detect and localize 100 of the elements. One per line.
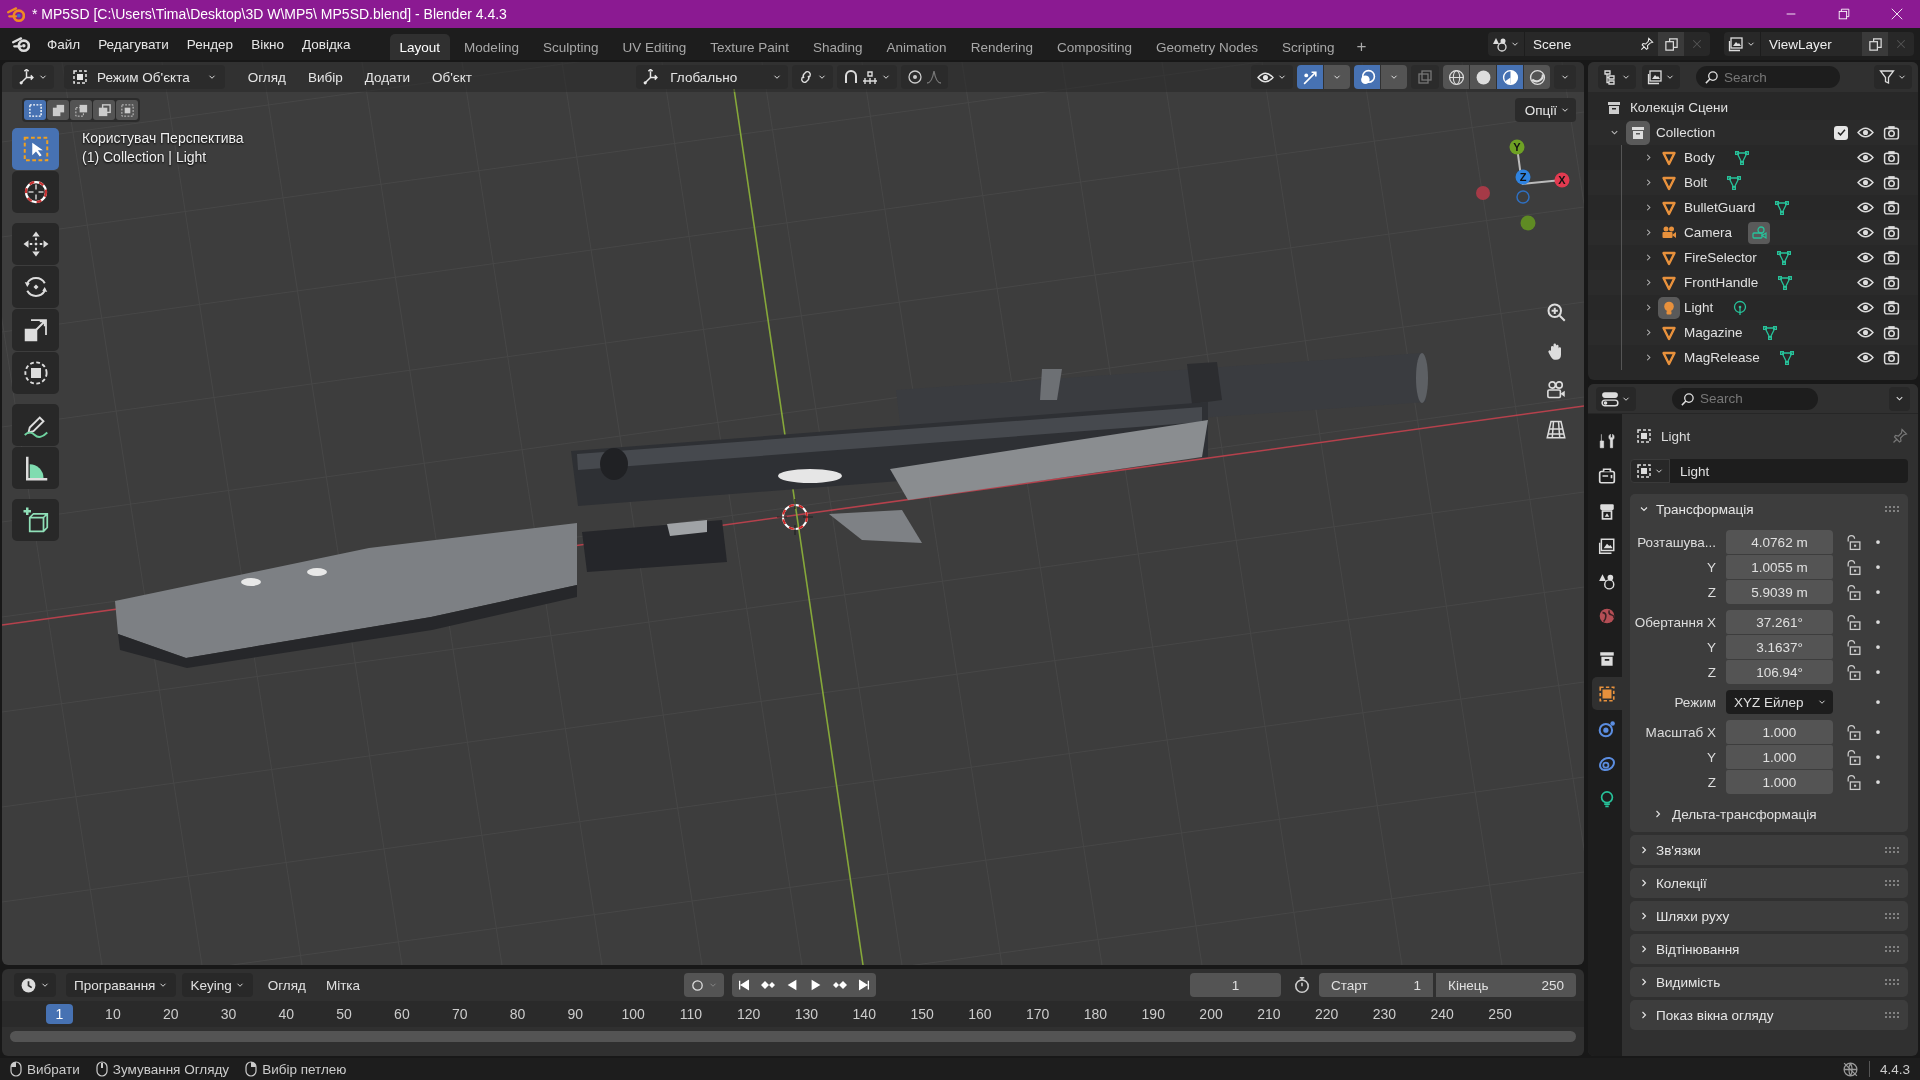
axis-label: Y xyxy=(1513,141,1521,153)
frame-number: 80 xyxy=(508,1006,527,1022)
panel-header[interactable]: Шляхи руху xyxy=(1630,901,1908,931)
menu-dropdown[interactable]: Програвання xyxy=(66,973,177,997)
workspace-tab[interactable]: Modeling xyxy=(454,34,529,60)
frame-number: 200 xyxy=(1198,1006,1224,1022)
outliner-item[interactable]: FrontHandle xyxy=(1684,275,1759,290)
menu-item[interactable]: Додати xyxy=(355,65,419,89)
frame-number: 70 xyxy=(450,1006,469,1022)
menu-item[interactable]: Редагувати xyxy=(89,32,178,56)
menu-dropdown[interactable]: Keying xyxy=(182,973,253,997)
menu-item[interactable]: Мітка xyxy=(316,973,370,997)
menu-item[interactable]: Рендер xyxy=(177,32,243,56)
search-field[interactable]: Search xyxy=(1672,387,1818,410)
field-label: Обертання X xyxy=(1633,614,1717,630)
frame-number: 230 xyxy=(1371,1006,1398,1022)
current-frame-field[interactable]: 1 xyxy=(1190,973,1281,997)
workspace-tab[interactable]: Geometry Nodes xyxy=(1146,34,1269,60)
options-dropdown[interactable]: Опції xyxy=(1514,98,1576,122)
outliner-item[interactable]: Bolt xyxy=(1684,175,1708,190)
number-field[interactable]: 1.000 xyxy=(1726,770,1833,794)
add-workspace-button[interactable]: + xyxy=(1348,34,1375,60)
frame-number: 20 xyxy=(161,1006,180,1022)
mode-dropdown[interactable]: Режим Об'єкта xyxy=(64,65,225,89)
frame-number: 60 xyxy=(393,1006,411,1022)
frame-number[interactable]: 1 xyxy=(46,1004,73,1024)
window-title: * MP5SD [C:\Users\Tima\Desktop\3D W\MP5\ MP5SD.blend] - Blender 4.4.3 xyxy=(32,6,507,22)
field-label: Z xyxy=(1706,774,1717,790)
outliner-item[interactable]: MagRelease xyxy=(1684,350,1760,365)
frame-number: 250 xyxy=(1487,1006,1513,1022)
workspace-tab[interactable]: Texture Paint xyxy=(700,34,800,60)
number-field[interactable]: 4.0762 m xyxy=(1726,530,1833,554)
frame-number: 10 xyxy=(104,1006,122,1022)
number-field[interactable]: 37.261° xyxy=(1726,610,1833,634)
panel-header[interactable]: Трансформація xyxy=(1630,494,1908,524)
frame-number: 100 xyxy=(620,1006,646,1022)
field-label: Y xyxy=(1706,639,1717,655)
number-field[interactable]: 1.0055 m xyxy=(1726,555,1833,579)
object-name: Light xyxy=(1661,428,1691,444)
frame-number: 160 xyxy=(967,1006,993,1022)
frame-number: 120 xyxy=(736,1006,762,1022)
field-label: Розташува... xyxy=(1636,534,1717,550)
view-name: Користувач Перспектива xyxy=(82,130,244,146)
number-field[interactable]: 106.94° xyxy=(1726,660,1833,684)
workspace-tab[interactable]: Sculpting xyxy=(532,34,609,60)
outliner-item[interactable]: Body xyxy=(1684,150,1715,165)
outliner-item[interactable]: Колекція Сцени xyxy=(1630,100,1728,115)
field-label: Z xyxy=(1706,584,1717,600)
number-field[interactable]: 1.000 xyxy=(1726,745,1833,769)
panel-header[interactable]: Колекції xyxy=(1630,868,1908,898)
menu-item[interactable]: Огляд xyxy=(238,65,295,89)
number-field[interactable]: 1.000 xyxy=(1726,720,1833,744)
outliner-item[interactable]: Camera xyxy=(1684,225,1732,240)
menu-item[interactable]: Файл xyxy=(38,32,90,56)
frame-number: 40 xyxy=(277,1006,296,1022)
status-hint: Вибір петлею xyxy=(262,1061,347,1077)
workspace-tab[interactable]: Compositing xyxy=(1046,34,1142,60)
search-field[interactable]: Search xyxy=(1696,66,1840,88)
workspace-tab[interactable]: UV Editing xyxy=(612,34,697,60)
outliner-item[interactable]: Collection xyxy=(1656,125,1716,140)
frame-number: 140 xyxy=(851,1006,877,1022)
workspace-tab[interactable]: Rendering xyxy=(960,34,1043,60)
workspace-tab[interactable]: Scripting xyxy=(1272,34,1345,60)
axis-label: Z xyxy=(1519,171,1527,183)
field-label: Z xyxy=(1706,664,1717,680)
outliner-item[interactable]: BulletGuard xyxy=(1684,200,1756,215)
status-hint: Зумування Огляду xyxy=(112,1061,230,1077)
end-frame-field[interactable]: Кінець 250 xyxy=(1436,973,1576,997)
outliner-item[interactable]: FireSelector xyxy=(1684,250,1757,265)
version-label: 4.4.3 xyxy=(1879,1061,1910,1077)
scene-name-field[interactable]: Scene xyxy=(1524,32,1636,56)
panel-header[interactable]: Видимість xyxy=(1630,967,1908,997)
frame-number: 190 xyxy=(1140,1006,1166,1022)
menu-item[interactable]: Об'єкт xyxy=(423,65,481,89)
mode-dropdown[interactable]: XYZ Ейлер xyxy=(1726,690,1833,714)
object-name-field[interactable]: Light xyxy=(1670,459,1908,483)
number-field[interactable]: 3.1637° xyxy=(1726,635,1833,659)
workspace-tab[interactable]: Animation xyxy=(876,34,957,60)
field-label: Масштаб X xyxy=(1644,724,1717,740)
panel-header[interactable]: Показ вікна огляду xyxy=(1630,1000,1908,1030)
menu-item[interactable]: Довідка xyxy=(293,32,360,56)
workspace-tab[interactable]: Shading xyxy=(803,34,873,60)
panel-header[interactable]: Відтінювання xyxy=(1630,934,1908,964)
menu-item[interactable]: Вікно xyxy=(242,32,293,56)
frame-number: 170 xyxy=(1024,1006,1051,1022)
orientation-dropdown[interactable]: Глобально xyxy=(636,65,789,89)
frame-number: 30 xyxy=(219,1006,238,1022)
menu-item[interactable]: Вибір xyxy=(298,65,352,89)
workspace-tab[interactable]: Layout xyxy=(389,34,451,60)
outliner-item[interactable]: Magazine xyxy=(1684,325,1743,340)
start-frame-field[interactable]: Старт 1 xyxy=(1319,973,1433,997)
subpanel-header[interactable]: Дельта-трансформація xyxy=(1630,800,1817,828)
panel-header[interactable]: Зв'язки xyxy=(1630,835,1908,865)
outliner-item[interactable]: Light xyxy=(1684,300,1714,315)
field-label: Y xyxy=(1706,749,1717,765)
number-field[interactable]: 5.9039 m xyxy=(1726,580,1833,604)
frame-number: 50 xyxy=(335,1006,353,1022)
view-layer-name-field[interactable]: ViewLayer xyxy=(1760,32,1862,56)
menu-item[interactable]: Огляд xyxy=(258,973,315,997)
frame-number: 130 xyxy=(793,1006,820,1022)
